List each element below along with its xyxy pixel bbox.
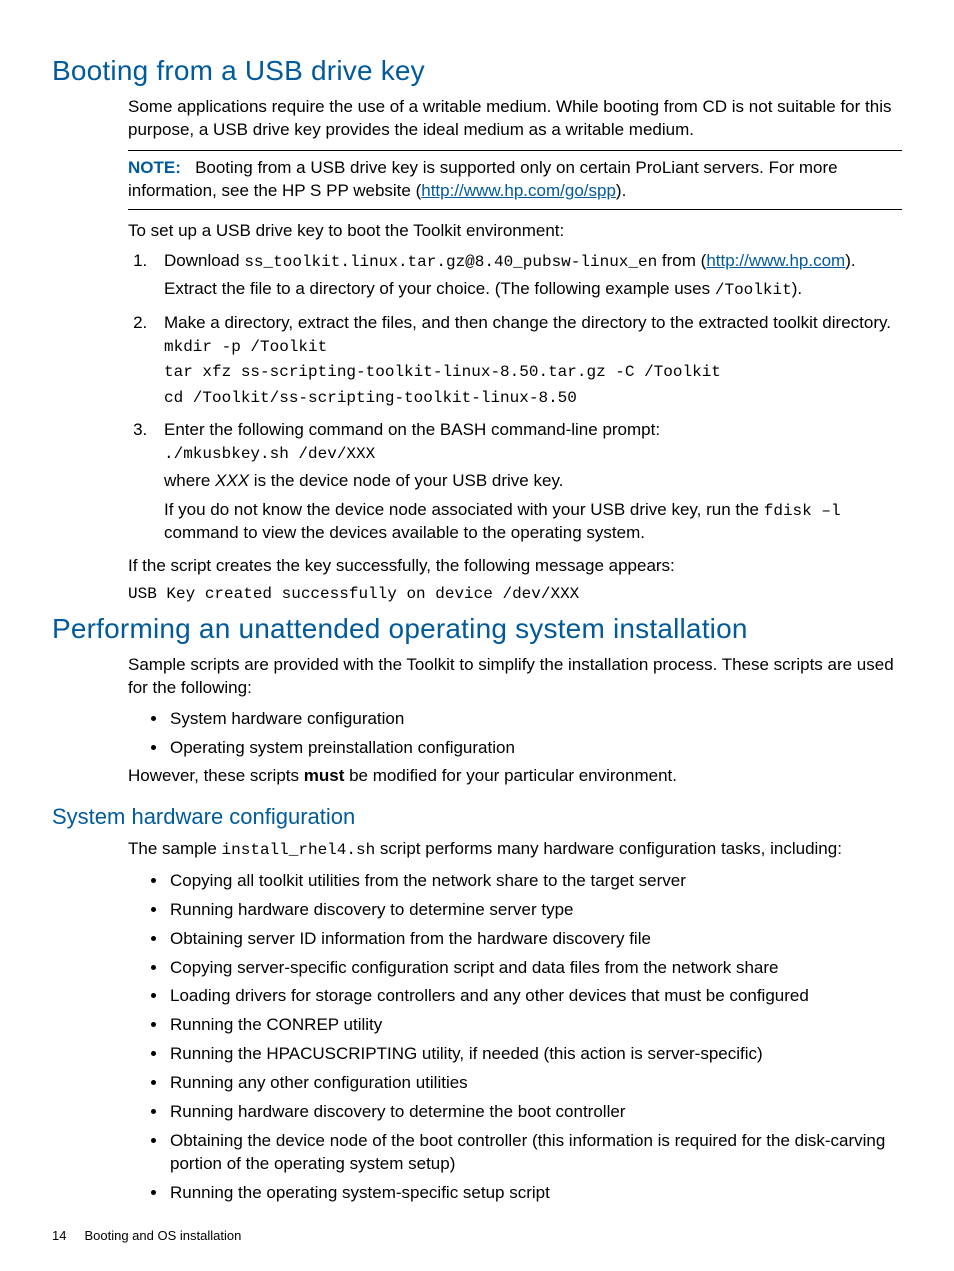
section1-body: Some applications require the use of a w…	[128, 96, 902, 606]
step2-code1: mkdir -p /Toolkit	[164, 337, 902, 359]
list-item: System hardware configuration	[168, 708, 902, 731]
list-item: Running the HPACUSCRIPTING utility, if n…	[168, 1043, 902, 1066]
section2-however: However, these scripts must be modified …	[128, 765, 902, 788]
step3-where-italic: XXX	[215, 471, 249, 490]
list-item: Running hardware discovery to determine …	[168, 1101, 902, 1124]
intro-paragraph: Some applications require the use of a w…	[128, 96, 902, 142]
result-code: USB Key created successfully on device /…	[128, 584, 902, 606]
however-bold: must	[304, 766, 345, 785]
page-number: 14	[52, 1227, 66, 1245]
step2-code2: tar xfz ss-scripting-toolkit-linux-8.50.…	[164, 362, 902, 384]
s3-intro-post: script performs many hardware configurat…	[375, 839, 842, 858]
step1-post: ).	[845, 251, 855, 270]
note-link[interactable]: http://www.hp.com/go/spp	[421, 181, 616, 200]
step1-pre: Download	[164, 251, 244, 270]
step-2: Make a directory, extract the files, and…	[152, 312, 902, 410]
step1-code: ss_toolkit.linux.tar.gz@8.40_pubsw-linux…	[244, 253, 657, 271]
setup-lead: To set up a USB drive key to boot the To…	[128, 220, 902, 243]
list-item: Loading drivers for storage controllers …	[168, 985, 902, 1008]
list-item: Copying all toolkit utilities from the n…	[168, 870, 902, 893]
section3-bullets: Copying all toolkit utilities from the n…	[128, 870, 902, 1205]
list-item: Operating system preinstallation configu…	[168, 737, 902, 760]
step3-hint-pre: If you do not know the device node assoc…	[164, 500, 764, 519]
step1-link[interactable]: http://www.hp.com	[706, 251, 845, 270]
list-item: Running the CONREP utility	[168, 1014, 902, 1037]
page-footer: 14 Booting and OS installation	[52, 1227, 241, 1245]
result-text: If the script creates the key successful…	[128, 555, 902, 578]
note-text-post: ).	[616, 181, 626, 200]
step1-mid: from (	[657, 251, 706, 270]
section2-bullets: System hardware configuration Operating …	[128, 708, 902, 760]
list-item: Copying server-specific configuration sc…	[168, 957, 902, 980]
step2-code3: cd /Toolkit/ss-scripting-toolkit-linux-8…	[164, 388, 902, 410]
footer-title: Booting and OS installation	[84, 1228, 241, 1243]
section-heading-syshw: System hardware configuration	[52, 802, 902, 832]
step-3: Enter the following command on the BASH …	[152, 419, 902, 545]
step1-extract-post: ).	[792, 279, 802, 298]
however-post: be modified for your particular environm…	[344, 766, 677, 785]
however-pre: However, these scripts	[128, 766, 304, 785]
step2-text: Make a directory, extract the files, and…	[164, 313, 891, 332]
section-heading-booting: Booting from a USB drive key	[52, 52, 902, 90]
step3-text: Enter the following command on the BASH …	[164, 420, 660, 439]
list-item: Obtaining server ID information from the…	[168, 928, 902, 951]
list-item: Running any other configuration utilitie…	[168, 1072, 902, 1095]
list-item: Obtaining the device node of the boot co…	[168, 1130, 902, 1176]
step3-code: ./mkusbkey.sh /dev/XXX	[164, 444, 902, 466]
step3-hint-code: fdisk –l	[764, 502, 841, 520]
section-heading-unattended: Performing an unattended operating syste…	[52, 610, 902, 648]
step1-extract-code: /Toolkit	[715, 281, 792, 299]
note-label: NOTE:	[128, 158, 181, 177]
step1-extract-pre: Extract the file to a directory of your …	[164, 279, 715, 298]
section3-body: The sample install_rhel4.sh script perfo…	[128, 838, 902, 1205]
section2-body: Sample scripts are provided with the Too…	[128, 654, 902, 789]
s3-intro-code: install_rhel4.sh	[222, 841, 376, 859]
step3-where-pre: where	[164, 471, 215, 490]
steps-list: Download ss_toolkit.linux.tar.gz@8.40_pu…	[128, 250, 902, 545]
s3-intro-pre: The sample	[128, 839, 222, 858]
step3-where-post: is the device node of your USB drive key…	[249, 471, 563, 490]
note-box: NOTE: Booting from a USB drive key is su…	[128, 150, 902, 210]
step3-hint-post: command to view the devices available to…	[164, 523, 645, 542]
step-1: Download ss_toolkit.linux.tar.gz@8.40_pu…	[152, 250, 902, 301]
list-item: Running hardware discovery to determine …	[168, 899, 902, 922]
section3-intro: The sample install_rhel4.sh script perfo…	[128, 838, 902, 862]
list-item: Running the operating system-specific se…	[168, 1182, 902, 1205]
section2-intro: Sample scripts are provided with the Too…	[128, 654, 902, 700]
